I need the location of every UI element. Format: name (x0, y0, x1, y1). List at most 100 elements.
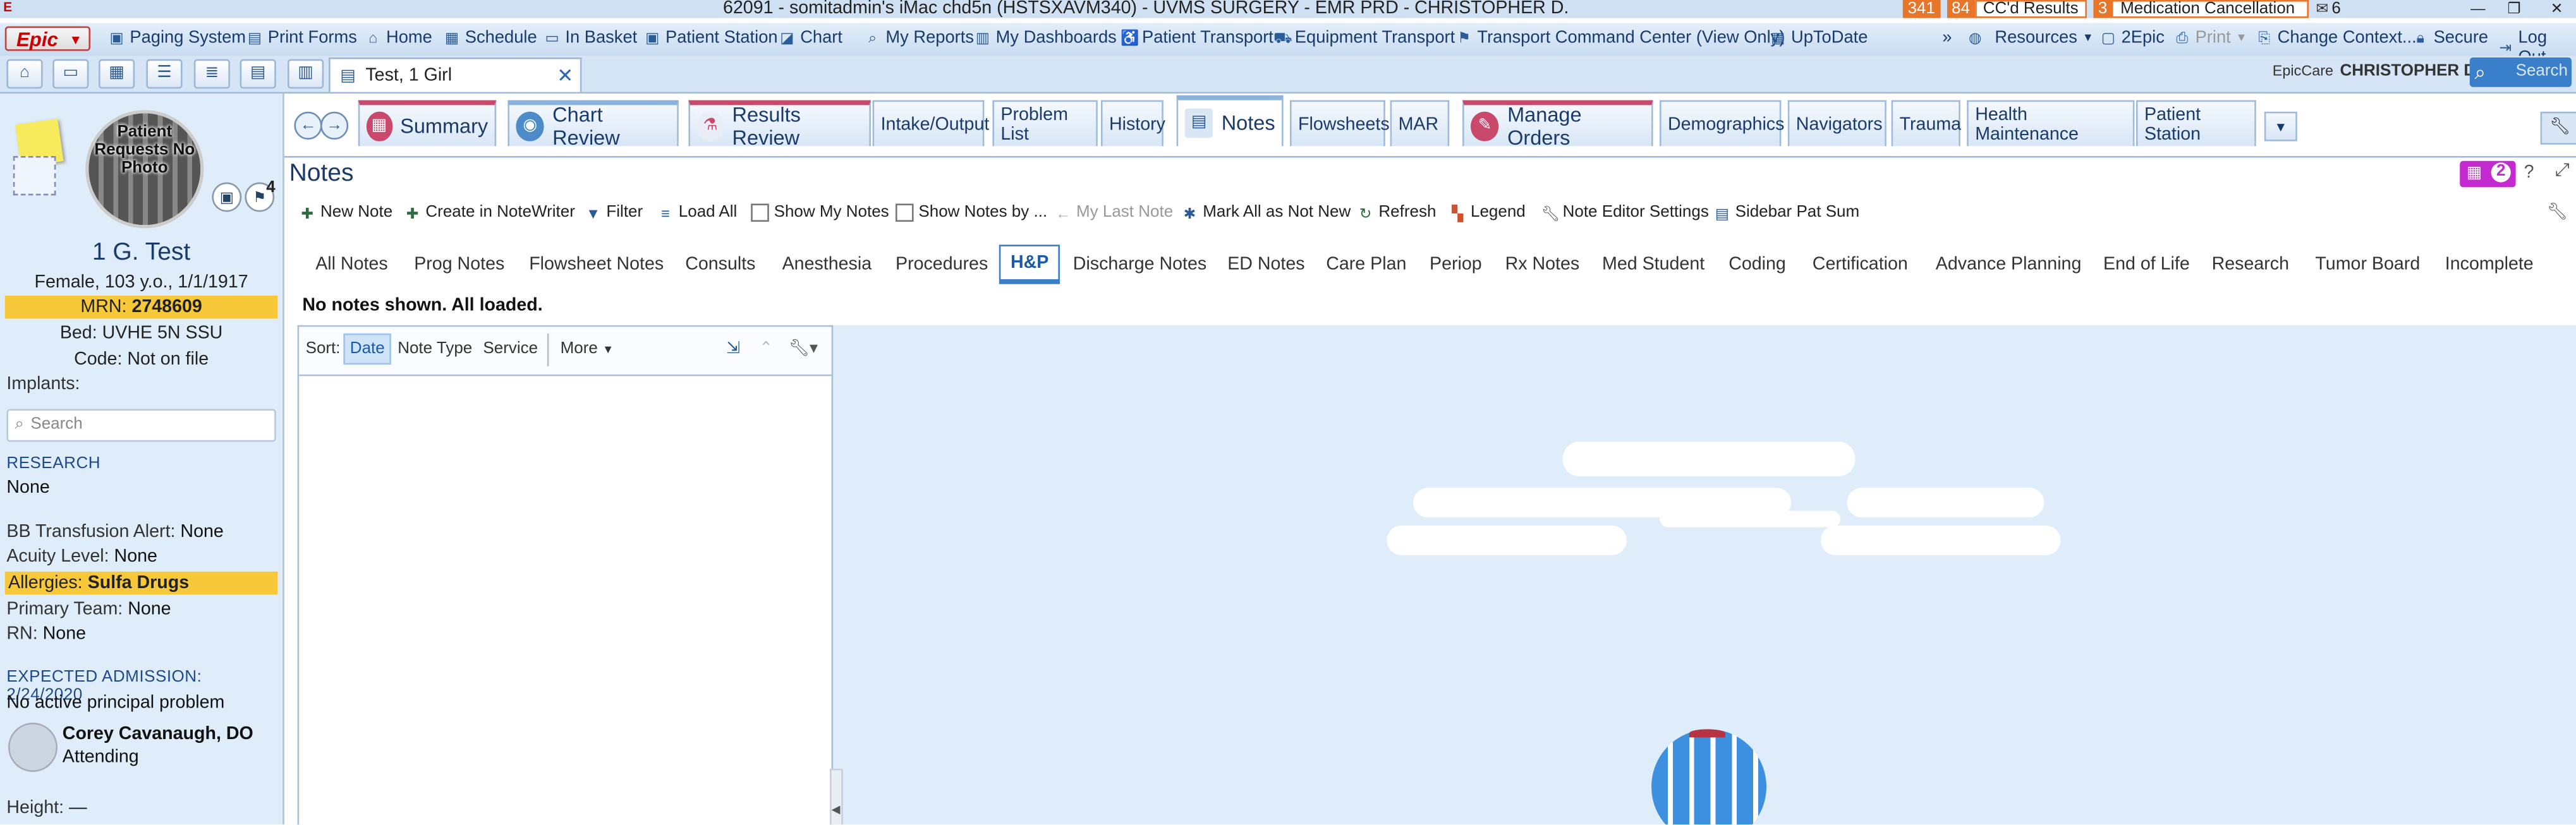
close-icon[interactable]: ✕ (557, 64, 573, 87)
menu-my-reports[interactable]: ⌕ My Reports (865, 28, 974, 47)
tab-problem-list[interactable]: Problem List (992, 100, 1098, 147)
tab-trauma[interactable]: Trauma (1891, 100, 1961, 147)
filter-tab-all-notes[interactable]: All Notes (315, 244, 387, 284)
filter-tab-consults[interactable]: Consults (685, 244, 755, 284)
tab-navigators[interactable]: Navigators (1787, 100, 1886, 147)
menu-secure[interactable]: 🔒︎ Secure (2412, 28, 2489, 47)
legend-button[interactable]: ▚ Legend (1449, 203, 1526, 222)
global-search[interactable]: ⌕ Search (2469, 57, 2572, 87)
allergies-row[interactable]: Allergies: Sulfa Drugs (4, 571, 278, 595)
sidebar-search-input[interactable]: ⌕ Search (6, 409, 276, 442)
menu-print-forms[interactable]: ▤ Print Forms (246, 28, 357, 47)
dashboard-icon[interactable]: ▥ (287, 59, 324, 89)
filter-tab-anesthesia[interactable]: Anesthesia (782, 244, 872, 284)
sort-date-button[interactable]: Date (343, 333, 392, 365)
inbox-badge-medcancel[interactable]: 3 Medication Cancellation (2093, 0, 2310, 18)
filter-tab-h-and-p[interactable]: H&P (999, 244, 1060, 284)
tab-manage-orders[interactable]: ✎ Manage Orders (1462, 100, 1653, 148)
inbox-icon[interactable]: ▭ (52, 59, 89, 89)
menu-paging-system[interactable]: ▣ Paging System (109, 28, 246, 47)
show-notes-by-checkbox[interactable]: Show Notes by ... (896, 203, 1047, 222)
menu-change-context[interactable]: ⎘ Change Context... (2256, 28, 2416, 47)
create-in-notewriter-button[interactable]: ✚ Create in NoteWriter (404, 203, 575, 222)
menu-patient-station[interactable]: ▣ Patient Station (644, 28, 777, 47)
close-window-button[interactable]: ✕ (2541, 0, 2573, 18)
attending-name[interactable]: Corey Cavanaugh, DO (63, 725, 253, 744)
filter-tab-certification[interactable]: Certification (1813, 244, 1908, 284)
refresh-button[interactable]: ↻ Refresh (1358, 203, 1437, 222)
filter-tab-tumor-board[interactable]: Tumor Board (2315, 244, 2420, 284)
expand-icon[interactable]: ⤢ (2555, 161, 2570, 183)
filter-tab-flowsheet-notes[interactable]: Flowsheet Notes (529, 244, 664, 284)
filter-tab-ed-notes[interactable]: ED Notes (1227, 244, 1304, 284)
menu-transport-command-center[interactable]: ⚑ Transport Command Center (View Only) (1456, 28, 1785, 47)
tab-intake-output[interactable]: Intake/Output (872, 100, 989, 147)
filter-tab-rx-notes[interactable]: Rx Notes (1505, 244, 1580, 284)
menu-schedule[interactable]: ▦ Schedule (444, 28, 537, 47)
filter-tab-med-student[interactable]: Med Student (1602, 244, 1704, 284)
tab-mar[interactable]: MAR (1390, 100, 1450, 147)
tab-flowsheets[interactable]: Flowsheets (1289, 100, 1390, 147)
document-icon[interactable]: ▤ (240, 59, 276, 89)
filter-tab-periop[interactable]: Periop (1430, 244, 1482, 284)
my-last-note-button[interactable]: ← My Last Note (1055, 203, 1173, 222)
menu-chart[interactable]: ◪ Chart (779, 28, 842, 47)
tab-health-maintenance[interactable]: Health Maintenance (1967, 100, 2135, 147)
new-note-button[interactable]: ✚ New Note (299, 203, 392, 222)
tab-results-review[interactable]: ⚗ Results Review (688, 100, 871, 148)
filter-tab-discharge-notes[interactable]: Discharge Notes (1073, 244, 1206, 284)
filter-tab-research[interactable]: Research (2212, 244, 2289, 284)
sort-note-type-button[interactable]: Note Type (398, 340, 472, 358)
help-icon[interactable]: ? (2524, 162, 2534, 182)
restore-button[interactable]: ❐ (2498, 0, 2530, 18)
forward-arrow-icon[interactable]: → (320, 111, 349, 140)
tab-history[interactable]: History (1100, 100, 1165, 147)
id-card-icon[interactable]: ▣ (212, 182, 242, 212)
tab-demographics[interactable]: Demographics (1660, 100, 1784, 147)
home-icon[interactable]: ⌂ (6, 59, 43, 89)
filter-tab-incomplete[interactable]: Incomplete (2445, 244, 2534, 284)
filter-tab-end-of-life[interactable]: End of Life (2103, 244, 2190, 284)
menu-resources[interactable]: ◍ Resources ▼ (1967, 28, 2094, 47)
tab-summary[interactable]: ▦ Summary (358, 100, 497, 147)
menu-more[interactable]: » (1942, 28, 1952, 47)
filter-tab-procedures[interactable]: Procedures (896, 244, 988, 284)
panel-splitter[interactable]: ◀ (830, 768, 843, 825)
tab-chart-review[interactable]: ◉ Chart Review (507, 100, 679, 148)
notification-button[interactable]: ▦ 2 (2460, 160, 2516, 188)
export-icon[interactable]: ⇲ (726, 340, 740, 358)
menu-2epic[interactable]: ▢ 2Epic (2100, 28, 2165, 47)
more-tabs-dropdown[interactable]: ▼ (2264, 111, 2297, 142)
minimize-button[interactable]: — (2462, 0, 2494, 18)
wrench-icon[interactable]: 🔧︎ (2547, 203, 2568, 222)
patient-list-icon[interactable]: ☰ (146, 59, 183, 89)
back-arrow-icon[interactable]: ← (294, 111, 322, 140)
sidebar-pat-sum-button[interactable]: ▤ Sidebar Pat Sum (1714, 203, 1859, 222)
menu-my-dashboards[interactable]: ▥ My Dashboards (975, 28, 1117, 47)
menu-home[interactable]: ⌂ Home (365, 28, 432, 47)
sort-more-button[interactable]: More ▼ (561, 340, 614, 358)
menu-print[interactable]: ⎙ Print ▼ (2174, 28, 2247, 47)
calendar-icon[interactable]: ▦ (99, 59, 135, 89)
list-icon[interactable]: ≣ (193, 59, 230, 89)
filter-tab-care-plan[interactable]: Care Plan (1326, 244, 1406, 284)
note-editor-settings-button[interactable]: 🔧︎ Note Editor Settings (1541, 203, 1709, 222)
filter-button[interactable]: ▼ Filter (585, 203, 643, 222)
sticky-note-empty-icon[interactable] (13, 155, 56, 196)
wrench-icon[interactable]: 🔧︎ (2540, 111, 2576, 145)
inbox-badge-ccd[interactable]: 84 CC'd Results (1947, 0, 2087, 18)
tab-notes[interactable]: ▤ Notes (1176, 95, 1284, 147)
menu-patient-transport[interactable]: ♿ Patient Transport (1121, 28, 1273, 47)
sort-service-button[interactable]: Service (483, 340, 538, 358)
menu-in-basket[interactable]: ▭ In Basket (544, 28, 638, 47)
show-my-notes-checkbox[interactable]: Show My Notes (751, 203, 889, 222)
tab-patient-station[interactable]: Patient Station (2136, 100, 2256, 147)
patient-photo[interactable]: Patient Requests No Photo (85, 110, 204, 229)
wrench-icon[interactable]: 🔧︎▾ (789, 340, 818, 358)
filter-tab-coding[interactable]: Coding (1728, 244, 1786, 284)
mark-all-not-new-button[interactable]: ✱ Mark All as Not New (1181, 203, 1351, 222)
menu-uptodate[interactable]: ▦ UpToDate (1770, 28, 1868, 47)
filter-tab-prog-notes[interactable]: Prog Notes (414, 244, 504, 284)
epic-menu-button[interactable]: Epic ▼ (4, 26, 90, 51)
inbox-badge-mail[interactable]: ✉ 6 (2316, 0, 2340, 18)
